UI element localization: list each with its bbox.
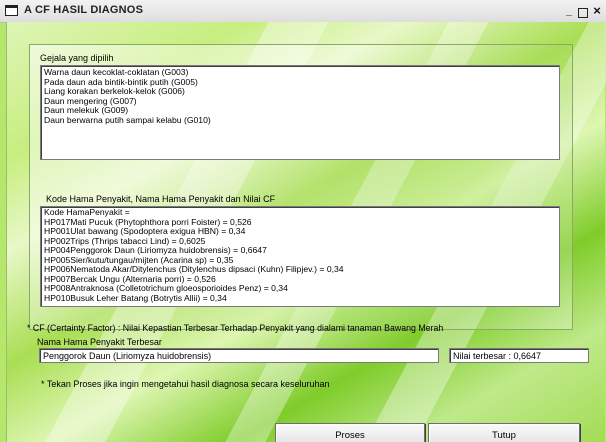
terbesar-label: Nama Hama Penyakit Terbesar — [37, 337, 162, 347]
window-icon — [5, 5, 18, 16]
proses-note: * Tekan Proses jika ingin mengetahui has… — [41, 379, 330, 389]
cf-note: * CF (Certainty Factor) : Nilai Kepastia… — [27, 323, 444, 333]
cf-hasil-diagnos-window: A CF HASIL DIAGNOS _ × Gejala yang dipil… — [0, 0, 606, 442]
window-title: A CF HASIL DIAGNOS — [24, 4, 144, 16]
diagnosis-panel: Gejala yang dipilih Warna daun kecoklat-… — [29, 44, 573, 330]
tutup-button[interactable]: Tutup — [428, 423, 580, 442]
terbesar-textbox[interactable]: Penggorok Daun (Liriomyza huidobrensis) — [39, 348, 439, 363]
title-bar[interactable]: A CF HASIL DIAGNOS _ × — [0, 0, 606, 23]
form-client-area: Gejala yang dipilih Warna daun kecoklat-… — [6, 22, 606, 442]
gejala-label: Gejala yang dipilih — [40, 53, 114, 63]
minimize-button[interactable]: _ — [563, 5, 575, 17]
proses-button[interactable]: Proses — [275, 423, 425, 442]
hasil-label: Kode Hama Penyakit, Nama Hama Penyakit d… — [46, 194, 276, 204]
list-item[interactable]: Daun berwarna putih sampai kelabu (G010) — [41, 115, 559, 126]
maximize-button[interactable] — [578, 8, 588, 18]
list-item[interactable]: HP010Busuk Leher Batang (Botrytis Allii)… — [41, 293, 559, 304]
gejala-listbox[interactable]: Warna daun kecoklat-coklatan (G003) Pada … — [40, 65, 560, 160]
nilai-terbesar-textbox[interactable]: Nilai terbesar : 0,6647 — [449, 348, 589, 363]
hasil-listbox[interactable]: Kode HamaPenyakit = HP017Mati Pucuk (Phyt… — [40, 206, 560, 307]
close-button[interactable]: × — [591, 4, 603, 17]
